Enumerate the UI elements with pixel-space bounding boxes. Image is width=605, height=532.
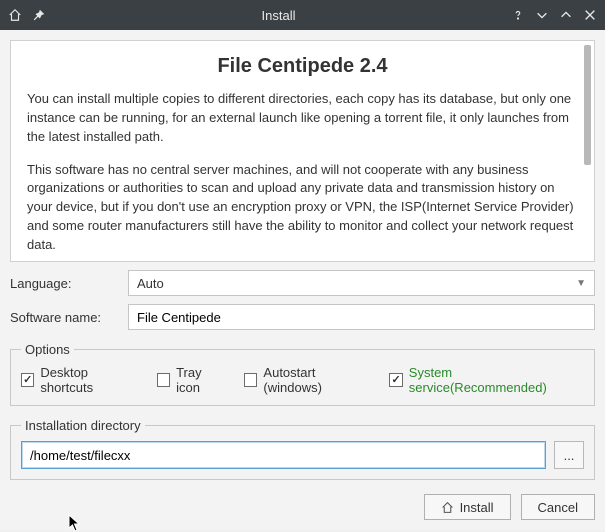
browse-button[interactable]: ... <box>554 441 584 469</box>
minimize-icon[interactable] <box>535 8 549 22</box>
home-icon[interactable] <box>8 8 22 22</box>
system-service-checkbox[interactable]: System service(Recommended) <box>389 365 584 395</box>
help-icon[interactable] <box>511 8 525 22</box>
software-name-label: Software name: <box>10 310 120 325</box>
home-icon <box>441 501 454 514</box>
autostart-label: Autostart (windows) <box>263 365 371 395</box>
options-group: Options Desktop shortcuts Tray icon Auto… <box>10 342 595 406</box>
software-name-input[interactable] <box>128 304 595 330</box>
chevron-down-icon: ▼ <box>576 278 586 289</box>
autostart-checkbox[interactable]: Autostart (windows) <box>244 365 371 395</box>
language-label: Language: <box>10 276 120 291</box>
install-dir-group: Installation directory ... <box>10 418 595 480</box>
ellipsis-icon: ... <box>564 448 575 463</box>
app-title: File Centipede 2.4 <box>27 55 578 78</box>
install-button-label: Install <box>460 500 494 515</box>
button-row: Install Cancel <box>10 494 595 520</box>
mouse-cursor-icon <box>68 514 82 532</box>
checkbox-icon <box>157 373 170 387</box>
close-icon[interactable] <box>583 8 597 22</box>
scrollbar-thumb[interactable] <box>584 45 591 165</box>
content-area: File Centipede 2.4 You can install multi… <box>0 30 605 530</box>
cancel-button-label: Cancel <box>538 500 578 515</box>
language-select[interactable]: Auto ▼ <box>128 270 595 296</box>
checkbox-icon <box>21 373 34 387</box>
desktop-shortcuts-label: Desktop shortcuts <box>40 365 138 395</box>
desktop-shortcuts-checkbox[interactable]: Desktop shortcuts <box>21 365 139 395</box>
install-dir-legend: Installation directory <box>21 418 145 433</box>
maximize-icon[interactable] <box>559 8 573 22</box>
options-legend: Options <box>21 342 74 357</box>
description-paragraph: You can install multiple copies to diffe… <box>27 90 578 147</box>
install-dir-input[interactable] <box>21 441 546 469</box>
description-panel: File Centipede 2.4 You can install multi… <box>10 40 595 262</box>
titlebar: Install <box>0 0 605 30</box>
checkbox-icon <box>389 373 402 387</box>
pin-icon[interactable] <box>32 8 46 22</box>
tray-icon-checkbox[interactable]: Tray icon <box>157 365 226 395</box>
cancel-button[interactable]: Cancel <box>521 494 595 520</box>
language-value: Auto <box>137 276 164 291</box>
language-row: Language: Auto ▼ <box>10 270 595 296</box>
window-title: Install <box>46 8 511 23</box>
system-service-label: System service(Recommended) <box>409 365 584 395</box>
checkbox-icon <box>244 373 257 387</box>
description-paragraph: This software has no central server mach… <box>27 161 578 255</box>
tray-icon-label: Tray icon <box>176 365 226 395</box>
install-button[interactable]: Install <box>424 494 511 520</box>
software-name-row: Software name: <box>10 304 595 330</box>
